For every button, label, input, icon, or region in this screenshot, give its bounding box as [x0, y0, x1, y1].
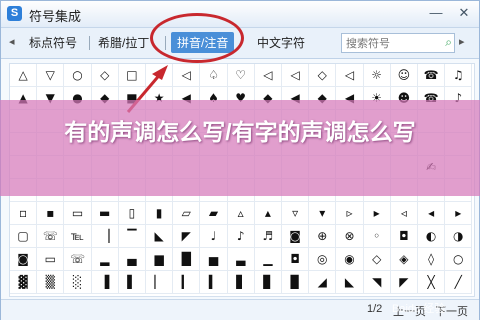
title-overlay-banner: 有的声调怎么写/有字的声调怎么写	[0, 100, 480, 196]
overlay-title: 有的声调怎么写/有字的声调怎么写	[64, 119, 416, 145]
baidu-watermark: Baidu 经验	[392, 303, 446, 315]
